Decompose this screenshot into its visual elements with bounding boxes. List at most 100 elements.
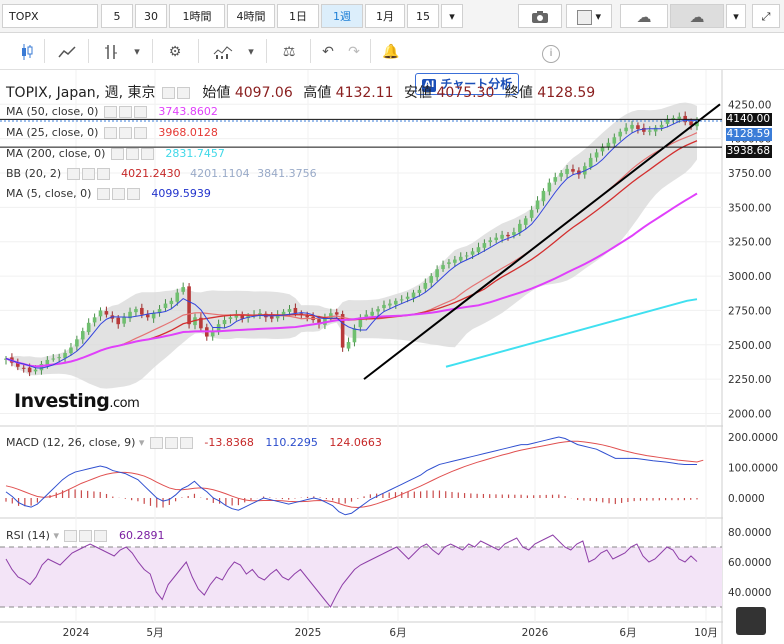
eye-icon[interactable] (103, 127, 117, 139)
undo-button[interactable]: ↶ (316, 39, 340, 65)
bell-plus-icon: 🔔 (382, 44, 400, 60)
settings-corner-button (736, 607, 766, 635)
info-button[interactable]: i (540, 39, 562, 65)
bollinger-band (6, 102, 697, 389)
close-icon[interactable] (133, 127, 147, 139)
macd-signal-line (5, 440, 704, 508)
gear-icon[interactable] (79, 530, 93, 542)
macd-label: MACD (12, 26, close, 9) (6, 436, 136, 449)
candle-body (370, 311, 374, 316)
candle-body (393, 300, 398, 305)
candle-body (647, 130, 652, 132)
interval-1m[interactable]: 1月 (365, 4, 405, 28)
eye-icon[interactable] (161, 87, 175, 99)
alert-button[interactable]: 🔔 (376, 39, 406, 65)
gear-icon[interactable] (164, 437, 178, 449)
chevron-down-icon: ▾ (449, 10, 455, 23)
camera-icon (532, 11, 548, 23)
rsi-pane (0, 534, 722, 608)
close-icon[interactable] (126, 188, 140, 200)
close-icon[interactable] (140, 148, 154, 160)
gear-icon[interactable] (125, 148, 139, 160)
fullscreen-button[interactable]: ⤢ (752, 4, 780, 28)
compare-button[interactable] (52, 39, 82, 65)
drawing-tools-button[interactable] (96, 39, 126, 65)
candle-body (334, 312, 339, 315)
candle-body (523, 218, 528, 225)
investing-watermark: Investing.com (14, 390, 140, 412)
price-tick-label: 2250.00 (728, 374, 771, 386)
interval-1w[interactable]: 1週 (321, 4, 363, 28)
close-icon[interactable] (179, 437, 193, 449)
candle-body (269, 316, 274, 319)
eye-icon[interactable] (96, 188, 110, 200)
indicators-dropdown[interactable]: ▾ (242, 39, 260, 65)
candle-body (27, 367, 32, 373)
close-icon[interactable] (94, 530, 108, 542)
save-dropdown-button[interactable]: ▾ (726, 4, 746, 28)
interval-dropdown-button[interactable]: ▾ (441, 4, 463, 28)
candle-body (305, 315, 310, 318)
time-tick-label: 6月 (619, 627, 636, 639)
time-tick-label: 6月 (389, 627, 406, 639)
settings-button[interactable]: ⚙ (160, 39, 190, 65)
indicators-button[interactable] (206, 39, 240, 65)
interval-custom[interactable]: 15 (407, 4, 439, 28)
ma200-legend: MA (200, close, 0) 2831.7457 (6, 147, 225, 160)
gear-icon[interactable] (118, 127, 132, 139)
ma25-legend: MA (25, close, 0) 3968.0128 (6, 126, 218, 139)
cloud-upload-icon: ☁ (689, 8, 705, 26)
drawing-tools-dropdown[interactable]: ▾ (128, 39, 146, 65)
candle-body (228, 317, 233, 319)
macd-tick-label: 0.0000 (728, 493, 765, 505)
rsi-tick-label: 40.0000 (728, 587, 771, 599)
eye-icon[interactable] (110, 148, 124, 160)
bb-lower-value: 3841.3756 (257, 167, 317, 180)
screenshot-button[interactable] (518, 4, 562, 28)
gear-icon[interactable] (111, 188, 125, 200)
price-tick-label: 3500.00 (728, 202, 771, 214)
indicators-icon (213, 46, 233, 59)
gear-icon[interactable] (176, 87, 190, 99)
interval-1d[interactable]: 1日 (277, 4, 319, 28)
cloud-save-button[interactable]: ☁ (670, 4, 724, 28)
interval-4h[interactable]: 4時間 (227, 4, 275, 28)
candle-body (222, 320, 227, 325)
divider (310, 39, 311, 63)
close-icon[interactable] (133, 106, 147, 118)
cloud-load-button[interactable]: ☁ (620, 4, 668, 28)
rsi-value: 60.2891 (118, 529, 165, 542)
chart-type-button[interactable] (12, 39, 42, 65)
eye-icon[interactable] (64, 530, 78, 542)
candle-body (594, 152, 599, 158)
symbol-input[interactable]: TOPX (2, 4, 98, 28)
divider (44, 39, 45, 63)
ma5-legend: MA (5, close, 0) 4099.5939 (6, 187, 211, 200)
price-line-tag[interactable]: 3938.68 (726, 145, 772, 158)
close-icon[interactable] (96, 168, 110, 180)
time-tick-label: 2024 (63, 627, 90, 639)
candle-body (447, 262, 451, 265)
square-icon (576, 9, 592, 25)
area-chart-icon (58, 46, 76, 58)
price-tick-label: 2000.00 (728, 409, 771, 421)
eye-icon[interactable] (103, 106, 117, 118)
candle-body (116, 317, 121, 325)
time-axis: 2024 5月 2025 6月 2026 6月 10月 (63, 627, 718, 639)
interval-30[interactable]: 30 (135, 4, 167, 28)
price-line-tag[interactable]: 4140.00 (726, 113, 772, 126)
rsi-legend: RSI (14) ▾ 60.2891 (6, 529, 165, 542)
chart-style-button[interactable]: ▾ (566, 4, 612, 28)
eye-icon[interactable] (149, 437, 163, 449)
ma25-value: 3968.0128 (158, 126, 218, 139)
balance-button[interactable]: ⚖ (274, 39, 304, 65)
gear-icon[interactable] (118, 106, 132, 118)
interval-1h[interactable]: 1時間 (169, 4, 225, 28)
candle-body (140, 307, 144, 315)
interval-5[interactable]: 5 (101, 4, 133, 28)
eye-icon[interactable] (66, 168, 80, 180)
gear-icon[interactable] (81, 168, 95, 180)
candle-body (399, 299, 404, 301)
redo-button[interactable]: ↷ (342, 39, 366, 65)
chevron-down-icon: ▾ (595, 10, 602, 23)
